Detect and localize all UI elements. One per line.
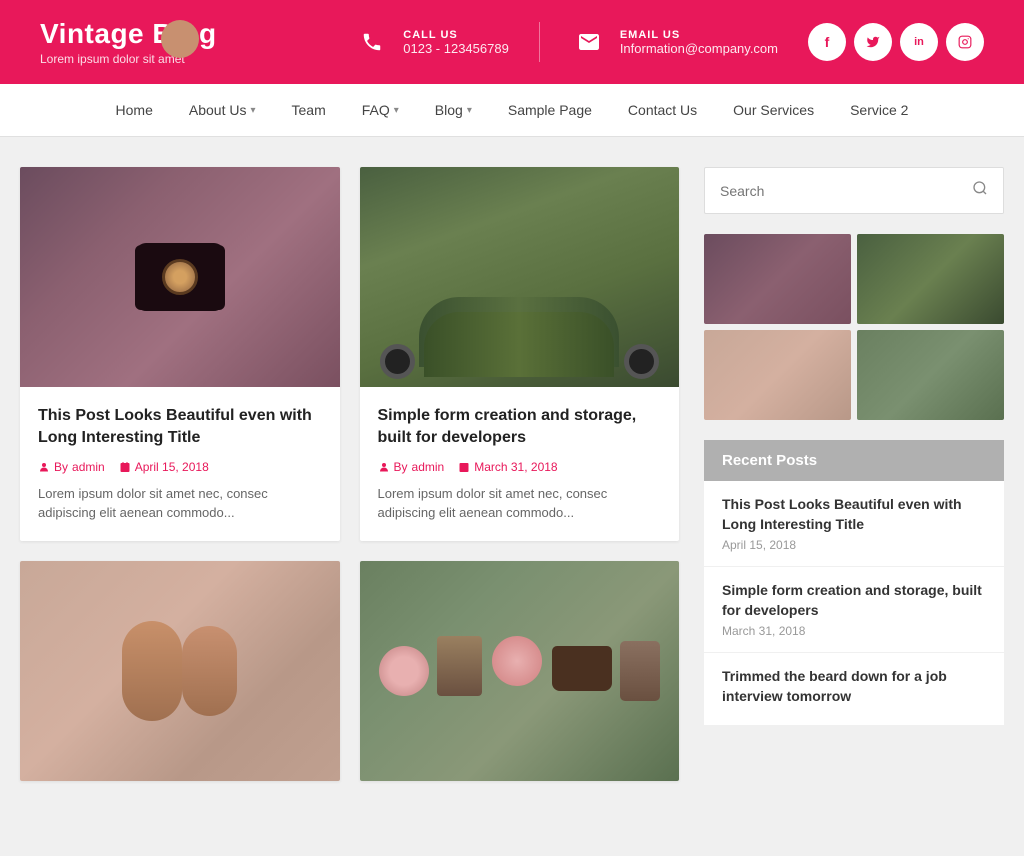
- recent-posts-title: Recent Posts: [704, 440, 1004, 481]
- search-input[interactable]: [705, 171, 957, 211]
- post-meta-2: By admin March 31, 2018: [378, 460, 662, 474]
- nav-list: Home About Us ▾ Team FAQ ▾ Blog ▾ Sample…: [98, 84, 927, 136]
- thumb-flowers[interactable]: [857, 330, 1004, 420]
- chevron-down-icon: ▾: [467, 105, 472, 116]
- nav-link-home[interactable]: Home: [98, 84, 171, 136]
- instagram-icon[interactable]: [946, 23, 984, 61]
- nav-item-contact[interactable]: Contact Us: [610, 84, 715, 136]
- recent-post-item-1: This Post Looks Beautiful even with Long…: [704, 481, 1004, 567]
- email-contact: EMAIL US Information@company.com: [570, 23, 778, 61]
- search-widget: [704, 167, 1004, 214]
- thumb-car[interactable]: [857, 234, 1004, 324]
- recent-post-item-2: Simple form creation and storage, built …: [704, 567, 1004, 653]
- post-card-1: This Post Looks Beautiful even with Long…: [20, 167, 340, 541]
- nav-item-team[interactable]: Team: [274, 84, 344, 136]
- post-card-2: Simple form creation and storage, built …: [360, 167, 680, 541]
- thumb-camera[interactable]: [704, 234, 851, 324]
- recent-post-date-1: April 15, 2018: [722, 538, 986, 552]
- nav-link-services[interactable]: Our Services: [715, 84, 832, 136]
- header-divider: [539, 22, 540, 62]
- phone-icon: [353, 23, 391, 61]
- main-nav: Home About Us ▾ Team FAQ ▾ Blog ▾ Sample…: [0, 84, 1024, 137]
- recent-post-title-3[interactable]: Trimmed the beard down for a job intervi…: [722, 667, 986, 706]
- nav-link-faq[interactable]: FAQ ▾: [344, 84, 417, 136]
- post-image-flowers: [360, 561, 680, 781]
- post-content-1: This Post Looks Beautiful even with Long…: [20, 387, 340, 541]
- nav-link-team[interactable]: Team: [274, 84, 344, 136]
- post-card-3: [20, 561, 340, 781]
- post-card-4: [360, 561, 680, 781]
- nav-item-faq[interactable]: FAQ ▾: [344, 84, 417, 136]
- chevron-down-icon: ▾: [250, 105, 255, 116]
- call-label: CALL US: [403, 29, 509, 41]
- twitter-icon[interactable]: [854, 23, 892, 61]
- post-author-1: By admin: [38, 460, 105, 474]
- sidebar: Recent Posts This Post Looks Beautiful e…: [704, 167, 1004, 781]
- facebook-icon[interactable]: f: [808, 23, 846, 61]
- nav-item-services[interactable]: Our Services: [715, 84, 832, 136]
- post-author-2: By admin: [378, 460, 445, 474]
- social-icons: f in: [808, 23, 984, 61]
- nav-item-about[interactable]: About Us ▾: [171, 84, 274, 136]
- nav-item-service2[interactable]: Service 2: [832, 84, 926, 136]
- phone-contact: CALL US 0123 - 123456789: [353, 23, 509, 61]
- post-image-car: [360, 167, 680, 387]
- post-date-1: April 15, 2018: [119, 460, 209, 474]
- post-meta-1: By admin April 15, 2018: [38, 460, 322, 474]
- post-title-2[interactable]: Simple form creation and storage, built …: [378, 405, 662, 450]
- post-excerpt-2: Lorem ipsum dolor sit amet nec, consec a…: [378, 484, 662, 523]
- email-label: EMAIL US: [620, 29, 778, 41]
- nav-item-blog[interactable]: Blog ▾: [417, 84, 490, 136]
- nav-link-service2[interactable]: Service 2: [832, 84, 926, 136]
- recent-post-title-1[interactable]: This Post Looks Beautiful even with Long…: [722, 495, 986, 534]
- recent-post-title-2[interactable]: Simple form creation and storage, built …: [722, 581, 986, 620]
- call-number: 0123 - 123456789: [403, 41, 509, 56]
- nav-link-about[interactable]: About Us ▾: [171, 84, 274, 136]
- email-info: EMAIL US Information@company.com: [620, 29, 778, 56]
- main-container: This Post Looks Beautiful even with Long…: [0, 137, 1024, 811]
- recent-posts-widget: Recent Posts This Post Looks Beautiful e…: [704, 440, 1004, 725]
- search-button[interactable]: [957, 168, 1003, 213]
- site-header: Vintage Blog Lorem ipsum dolor sit amet …: [0, 0, 1024, 84]
- email-address: Information@company.com: [620, 41, 778, 56]
- nav-link-sample[interactable]: Sample Page: [490, 84, 610, 136]
- post-image-camera: [20, 167, 340, 387]
- nav-item-sample[interactable]: Sample Page: [490, 84, 610, 136]
- linkedin-icon[interactable]: in: [900, 23, 938, 61]
- post-image-woman: [20, 561, 340, 781]
- post-content-2: Simple form creation and storage, built …: [360, 387, 680, 541]
- thumb-woman[interactable]: [704, 330, 851, 420]
- thumbnail-grid: [704, 234, 1004, 420]
- nav-link-contact[interactable]: Contact Us: [610, 84, 715, 136]
- post-date-2: March 31, 2018: [458, 460, 557, 474]
- post-excerpt-1: Lorem ipsum dolor sit amet nec, consec a…: [38, 484, 322, 523]
- nav-item-home[interactable]: Home: [98, 84, 171, 136]
- nav-link-blog[interactable]: Blog ▾: [417, 84, 490, 136]
- recent-post-date-2: March 31, 2018: [722, 624, 986, 638]
- chevron-down-icon: ▾: [394, 105, 399, 116]
- post-title-1[interactable]: This Post Looks Beautiful even with Long…: [38, 405, 322, 450]
- recent-post-item-3: Trimmed the beard down for a job intervi…: [704, 653, 1004, 724]
- phone-info: CALL US 0123 - 123456789: [403, 29, 509, 56]
- email-icon: [570, 23, 608, 61]
- header-contact: CALL US 0123 - 123456789 EMAIL US Inform…: [353, 22, 984, 62]
- posts-section: This Post Looks Beautiful even with Long…: [20, 167, 679, 781]
